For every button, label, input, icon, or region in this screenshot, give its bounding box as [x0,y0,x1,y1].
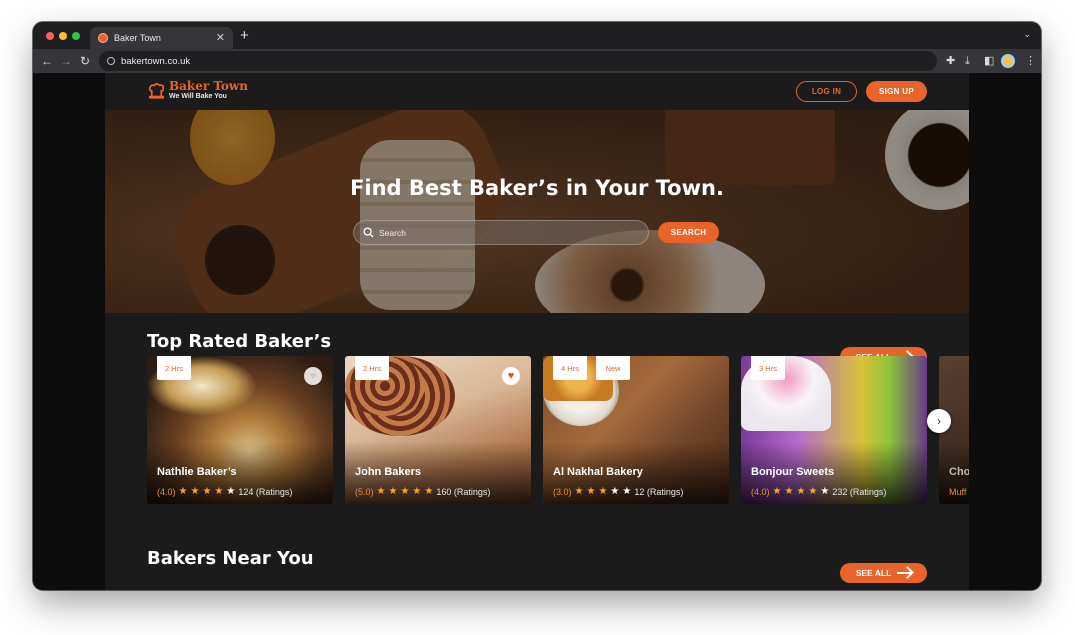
star-empty-icon: ★ [622,486,632,497]
baker-name: Bonjour Sweets [751,466,835,478]
card-rating: Muff [949,487,966,497]
search-button[interactable]: SEARCH [658,222,719,243]
browser-tab[interactable]: Baker Town ✕ [90,27,233,49]
tab-title: Baker Town [114,33,161,43]
delivery-time-badge: 2 Hrs [355,356,389,380]
star-full-icon: ★ [214,486,224,497]
hero-banner: Find Best Baker’s in Your Town. SEARCH [105,110,969,313]
baker-name: John Bakers [355,466,422,478]
carousel-next-button[interactable]: › [927,409,951,433]
rating-score: (4.0) [751,487,770,497]
star-full-icon: ★ [772,486,782,497]
brand-tagline: We Will Bake You [169,93,227,100]
site-header: Baker Town We Will Bake You LOG IN SIGN … [105,73,969,110]
card-rating: (4.0) ★ ★ ★ ★ ★ 232 (Ratings) [751,486,887,498]
back-arrow-icon[interactable]: ← [41,53,53,69]
site-page: Baker Town We Will Bake You LOG IN SIGN … [105,73,969,590]
forward-arrow-icon[interactable]: → [60,53,72,69]
star-full-icon: ★ [376,486,386,497]
rating-score: (5.0) [355,487,374,497]
star-full-icon: ★ [190,486,200,497]
signup-button[interactable]: SIGN UP [866,81,927,102]
more-menu-icon[interactable]: ⋮ [1025,53,1036,69]
star-full-icon: ★ [808,486,818,497]
star-full-icon: ★ [598,486,608,497]
baker-name: Nathlie Baker’s [157,466,237,478]
star-full-icon: ★ [412,486,422,497]
star-full-icon: ★ [388,486,398,497]
url-text[interactable]: bakertown.co.uk [121,56,190,67]
favicon-icon [98,33,108,43]
profile-avatar[interactable] [1001,54,1015,68]
reload-icon[interactable]: ↻ [80,53,90,69]
card-rating: (5.0) ★ ★ ★ ★ ★ 160 (Ratings) [355,486,491,498]
hero-title: Find Best Baker’s in Your Town. [350,176,724,200]
card-rating: (3.0) ★ ★ ★ ★ ★ 12 (Ratings) [553,486,684,498]
site-info-icon[interactable] [107,57,115,65]
star-full-icon: ★ [424,486,434,497]
download-icon[interactable]: ⤓ [965,53,970,69]
login-button[interactable]: LOG IN [796,81,857,102]
address-bar[interactable]: bakertown.co.uk [99,51,937,71]
heart-filled-icon[interactable]: ♥ [502,367,520,385]
card-rating: (4.0) ★ ★ ★ ★ ★ 124 (Ratings) [157,486,293,498]
close-window-button[interactable] [46,32,54,40]
extensions-puzzle-icon[interactable]: ✚ [946,53,955,69]
ratings-count: 124 (Ratings) [238,487,293,497]
heart-icon[interactable]: ♥ [304,367,322,385]
star-full-icon: ★ [202,486,212,497]
rating-score: (4.0) [157,487,176,497]
star-full-icon: ★ [784,486,794,497]
delivery-time-badge: 3 Hrs [751,356,785,380]
near-you-title: Bakers Near You [147,548,314,569]
search-icon [363,227,374,238]
delivery-time-badge: 4 Hrs [553,356,587,380]
page-viewport: Baker Town We Will Bake You LOG IN SIGN … [33,73,1041,590]
tab-bar: Baker Town ✕ + ⌄ [33,22,1041,49]
see-all-label: SEE ALL [855,568,892,578]
hero-overlay [105,110,969,313]
baker-card[interactable]: 2 Hrs ♥ Nathlie Baker’s (4.0) ★ ★ ★ ★ ★ … [147,356,333,504]
baker-card[interactable]: 4 Hrs New Al Nakhal Bakery (3.0) ★ ★ ★ ★… [543,356,729,504]
star-empty-icon: ★ [820,486,830,497]
maximize-window-button[interactable] [72,32,80,40]
star-full-icon: ★ [574,486,584,497]
search-bar[interactable] [353,220,649,245]
new-tab-button[interactable]: + [240,27,249,45]
tab-close-icon[interactable]: ✕ [216,32,225,44]
top-rated-title: Top Rated Baker’s [147,331,332,352]
search-input[interactable] [379,227,619,238]
star-full-icon: ★ [586,486,596,497]
star-empty-icon: ★ [610,486,620,497]
rating-score: (3.0) [553,487,572,497]
ratings-count: 232 (Ratings) [832,487,887,497]
side-panel-icon[interactable]: ◧ [984,53,994,69]
near-you-see-all-button[interactable]: SEE ALL [840,563,927,583]
delivery-time-badge: 2 Hrs [157,356,191,380]
brand-logo[interactable]: Baker Town We Will Bake You [147,80,248,101]
baker-card[interactable]: 2 Hrs ♥ John Bakers (5.0) ★ ★ ★ ★ ★ 160 … [345,356,531,504]
browser-window: Baker Town ✕ + ⌄ ← → ↻ bakertown.co.uk ✚… [33,22,1041,590]
baker-card[interactable]: 3 Hrs Bonjour Sweets (4.0) ★ ★ ★ ★ ★ 232… [741,356,927,504]
new-badge: New [596,356,630,380]
tab-search-chevron-icon[interactable]: ⌄ [1023,29,1031,40]
baker-name: Cho [949,466,969,478]
chevron-right-icon: › [937,414,941,428]
star-empty-icon: ★ [226,486,236,497]
star-full-icon: ★ [178,486,188,497]
browser-toolbar: ← → ↻ bakertown.co.uk ✚ ⤓ ◧ ⋮ [33,49,1041,73]
star-full-icon: ★ [400,486,410,497]
chef-hat-icon [148,82,165,99]
top-rated-carousel: 2 Hrs ♥ Nathlie Baker’s (4.0) ★ ★ ★ ★ ★ … [147,356,969,505]
star-full-icon: ★ [796,486,806,497]
ratings-count: 160 (Ratings) [436,487,491,497]
minimize-window-button[interactable] [59,32,67,40]
rating-score: Muff [949,487,967,497]
baker-name: Al Nakhal Bakery [553,466,643,478]
brand-name: Baker Town [169,79,248,93]
arrow-right-icon [897,572,912,574]
ratings-count: 12 (Ratings) [634,487,684,497]
